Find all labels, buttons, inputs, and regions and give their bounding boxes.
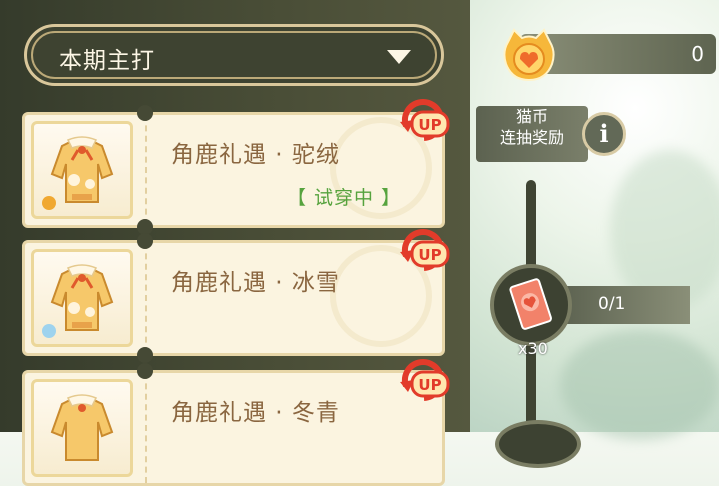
- outfit-thumbnail: [31, 249, 133, 347]
- up-badge-icon: UP: [400, 359, 450, 401]
- cat-coin-draw-reward-label: 猫币 连抽奖励: [476, 106, 588, 162]
- outfit-card-3[interactable]: 角鹿礼遇 · 冬青: [22, 363, 445, 486]
- reward-quantity: x30: [518, 339, 548, 358]
- outfit-name: 角鹿礼遇 · 冰雪: [171, 270, 340, 296]
- cat-coin-icon: [503, 28, 555, 82]
- outfit-name: 角鹿礼遇 · 冬青: [171, 400, 340, 426]
- outfit-thumbnail: [31, 121, 133, 219]
- outfit-card-2[interactable]: 角鹿礼遇 · 冰雪: [22, 233, 445, 363]
- trying-on-status: 【 试穿中 】: [287, 187, 402, 209]
- up-badge-icon: UP: [400, 229, 450, 271]
- jacket-icon: [50, 394, 114, 461]
- svg-text:UP: UP: [418, 116, 441, 134]
- info-icon[interactable]: i: [582, 112, 626, 156]
- category-dropdown[interactable]: 本期主打: [24, 24, 444, 86]
- item-list-panel: 本期主打 角鹿礼遇 · 驼绒 【 试穿中 】 角鹿礼遇 · 冰雪 角鹿礼遇 · …: [0, 0, 470, 486]
- milestone-progress-value: 0/1: [598, 294, 626, 314]
- next-reward-node[interactable]: [495, 420, 581, 468]
- svg-text:UP: UP: [418, 376, 441, 394]
- outfit-name: 角鹿礼遇 · 驼绒: [171, 142, 340, 168]
- dropdown-selected-label: 本期主打: [59, 48, 155, 74]
- cat-coin-ticket-icon: [509, 278, 552, 330]
- milestone-reward-node[interactable]: [490, 264, 572, 346]
- cat-coin-value: 0: [691, 42, 704, 66]
- milestone-progress: 0/1: [560, 286, 690, 324]
- rarity-gem-icon: [42, 324, 56, 338]
- outfit-card-1[interactable]: 角鹿礼遇 · 驼绒 【 试穿中 】: [22, 105, 445, 235]
- up-badge-icon: UP: [400, 99, 450, 141]
- rarity-gem-icon: [42, 196, 56, 210]
- outfit-thumbnail: [31, 379, 133, 477]
- svg-text:UP: UP: [418, 246, 441, 264]
- chevron-down-icon: [387, 50, 411, 64]
